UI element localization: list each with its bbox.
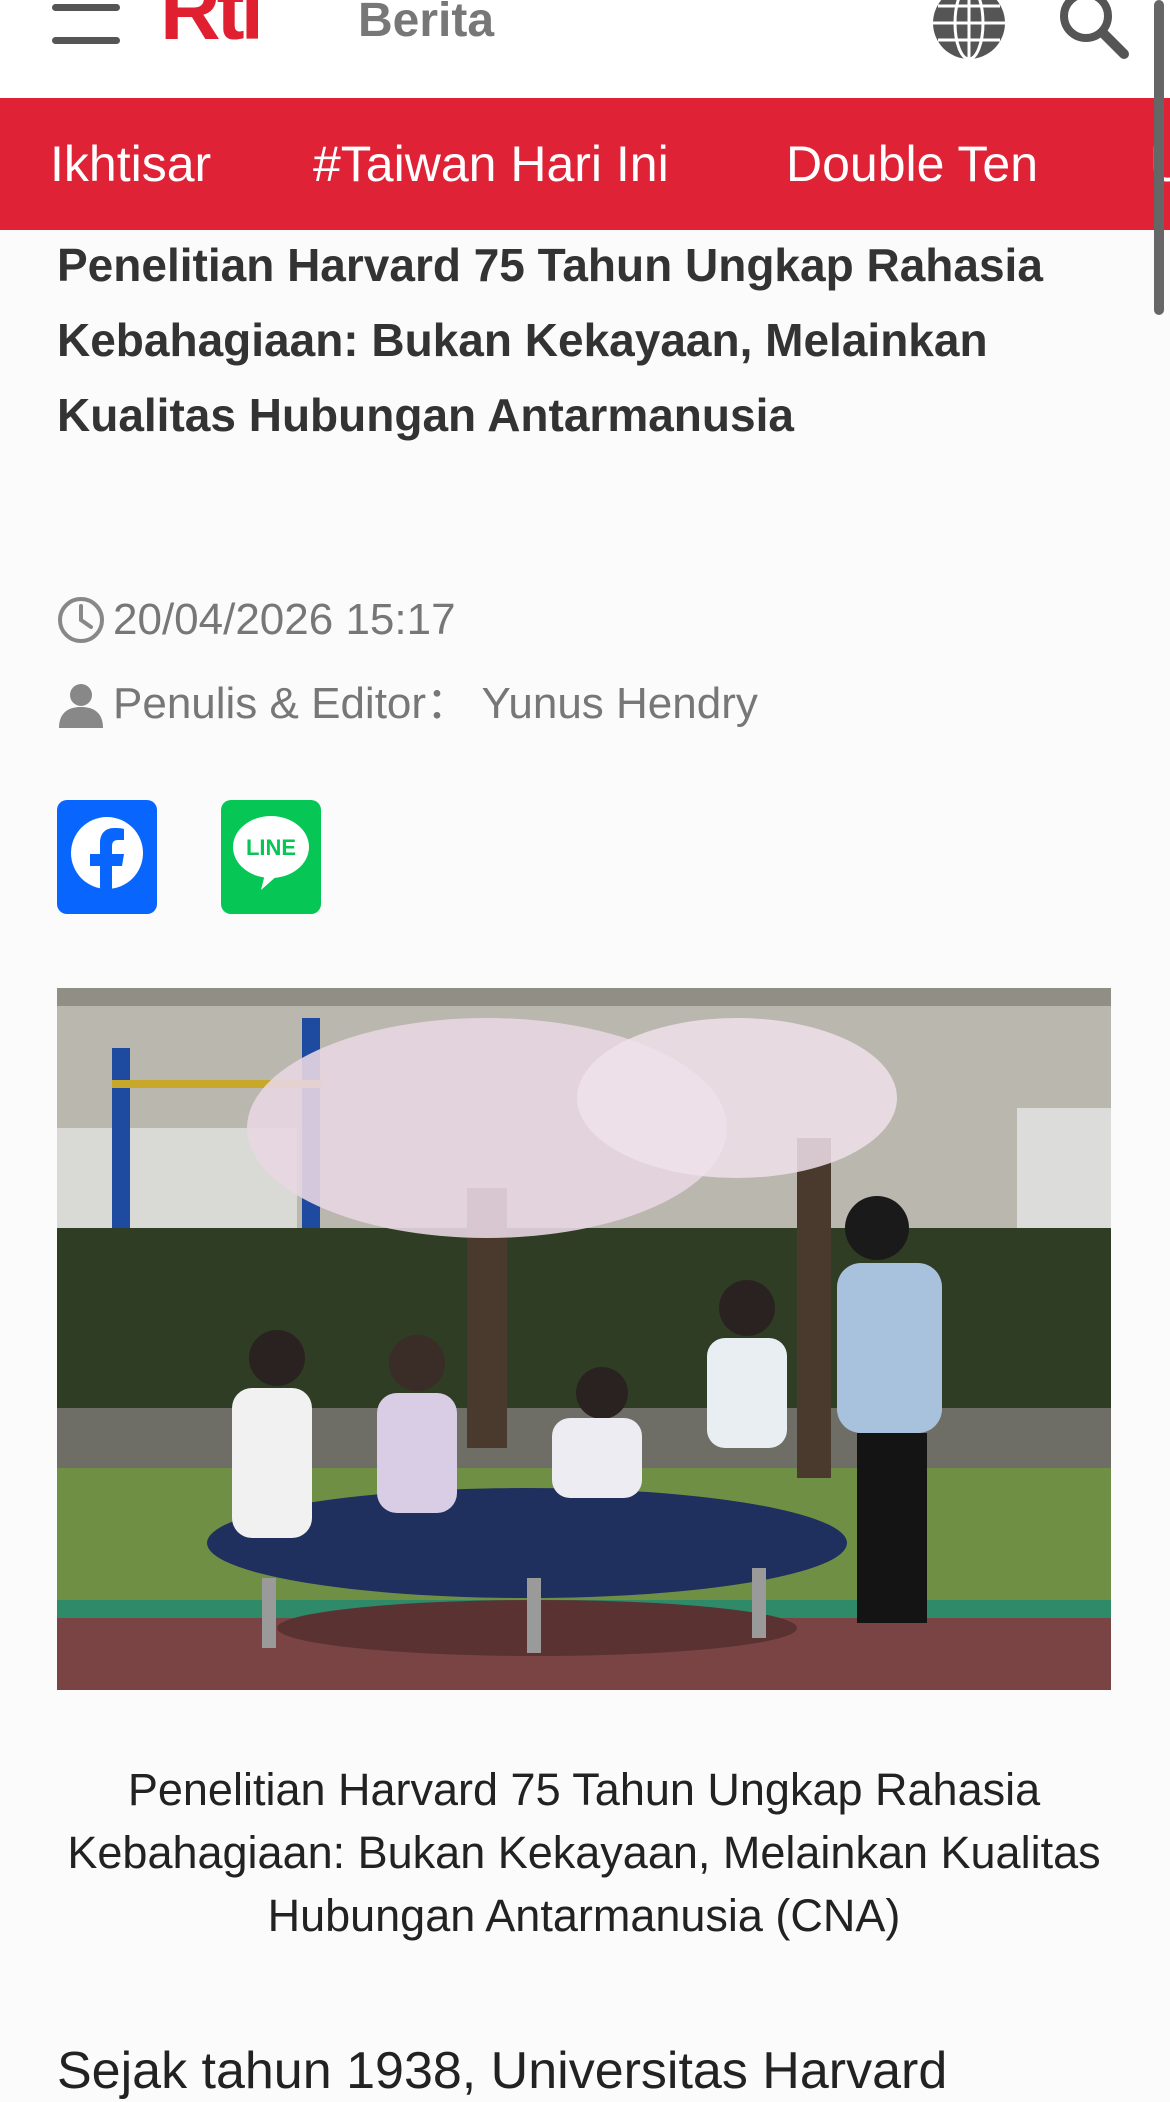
date-text: 20/04/2026 15:17: [113, 595, 456, 645]
nav-item-ikhtisar[interactable]: Ikhtisar: [50, 134, 211, 194]
photo-caption: Penelitian Harvard 75 Tahun Ungkap Rahas…: [67, 1764, 1101, 1941]
hamburger-menu-icon[interactable]: [52, 4, 120, 50]
line-share-button[interactable]: LINE: [221, 800, 321, 914]
article-photo[interactable]: [57, 988, 1111, 1690]
article-title: Penelitian Harvard 75 Tahun Ungkap Rahas…: [57, 239, 1043, 441]
nav-item-double-ten[interactable]: Double Ten: [786, 134, 1038, 194]
rti-logo[interactable]: Rti: [160, 0, 300, 50]
svg-text:LINE: LINE: [246, 835, 296, 860]
person-icon: [59, 684, 103, 729]
nav-item-taiwan-hari-ini[interactable]: #Taiwan Hari Ini: [313, 134, 669, 194]
facebook-icon: [71, 817, 143, 898]
line-icon: LINE: [233, 816, 309, 890]
article-date: 20/04/2026 15:17: [57, 592, 456, 646]
clock-icon: [58, 597, 104, 644]
facebook-share-button[interactable]: [57, 800, 157, 914]
article-body-first-line: Sejak tahun 1938, Universitas Harvard: [57, 2042, 948, 2100]
category-nav-bar: Ikhtisar #Taiwan Hari Ini Double Ten U: [0, 98, 1170, 230]
globe-icon[interactable]: [930, 0, 1008, 62]
top-app-bar: Rti Berita: [0, 0, 1170, 98]
article-author: Penulis & Editor： Yunus Hendry: [57, 676, 758, 730]
section-title: Berita: [358, 0, 495, 47]
author-text: Penulis & Editor： Yunus Hendry: [113, 679, 758, 729]
search-icon[interactable]: [1056, 0, 1130, 60]
page-scrollbar[interactable]: [1154, 0, 1164, 315]
playground-photo-illustration: [57, 988, 1111, 1690]
